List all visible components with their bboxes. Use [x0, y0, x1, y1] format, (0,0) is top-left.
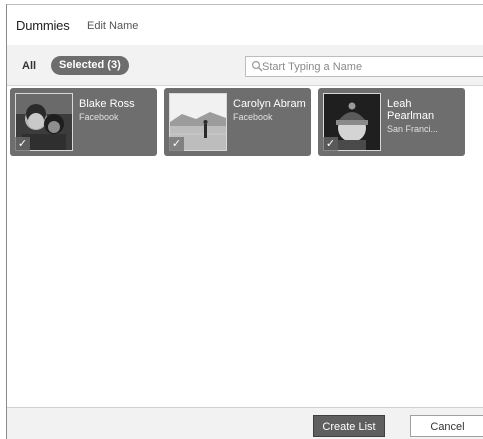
friend-card-carolyn-abram[interactable]: ✓ Carolyn Abram Facebook: [164, 88, 311, 156]
dialog-footer: Create List Cancel: [7, 407, 483, 439]
selected-check-icon: ✓: [323, 137, 338, 151]
friend-network: San Franci...: [387, 124, 439, 134]
filter-bar: All Selected (3): [7, 45, 483, 86]
friend-card-blake-ross[interactable]: ✓ Blake Ross Facebook: [10, 88, 157, 156]
friend-network: Facebook: [79, 112, 119, 122]
dialog-title-bar: Dummies Edit Name: [7, 5, 483, 46]
tab-all[interactable]: All: [22, 60, 36, 72]
create-list-dialog: Dummies Edit Name All Selected (3) Start…: [6, 4, 483, 439]
edit-name-link[interactable]: Edit Name: [87, 20, 138, 32]
friend-results: ✓ Blake Ross Facebook ✓ Carolyn Abram Fa…: [7, 86, 483, 406]
friend-card-leah-pearlman[interactable]: ✓ Leah Pearlman San Franci...: [318, 88, 465, 156]
selected-check-icon: ✓: [15, 137, 30, 151]
tab-selected[interactable]: Selected (3): [51, 56, 129, 75]
list-name-title: Dummies: [16, 18, 70, 33]
friend-name: Carolyn Abram: [233, 98, 306, 110]
friend-name: Blake Ross: [79, 98, 135, 110]
selected-check-icon: ✓: [169, 137, 184, 151]
friend-network: Facebook: [233, 112, 273, 122]
search-box[interactable]: [245, 56, 483, 77]
friend-name: Leah Pearlman: [387, 98, 435, 122]
cancel-button[interactable]: Cancel: [410, 415, 483, 437]
create-list-button[interactable]: Create List: [313, 415, 385, 437]
search-input[interactable]: [262, 58, 482, 75]
